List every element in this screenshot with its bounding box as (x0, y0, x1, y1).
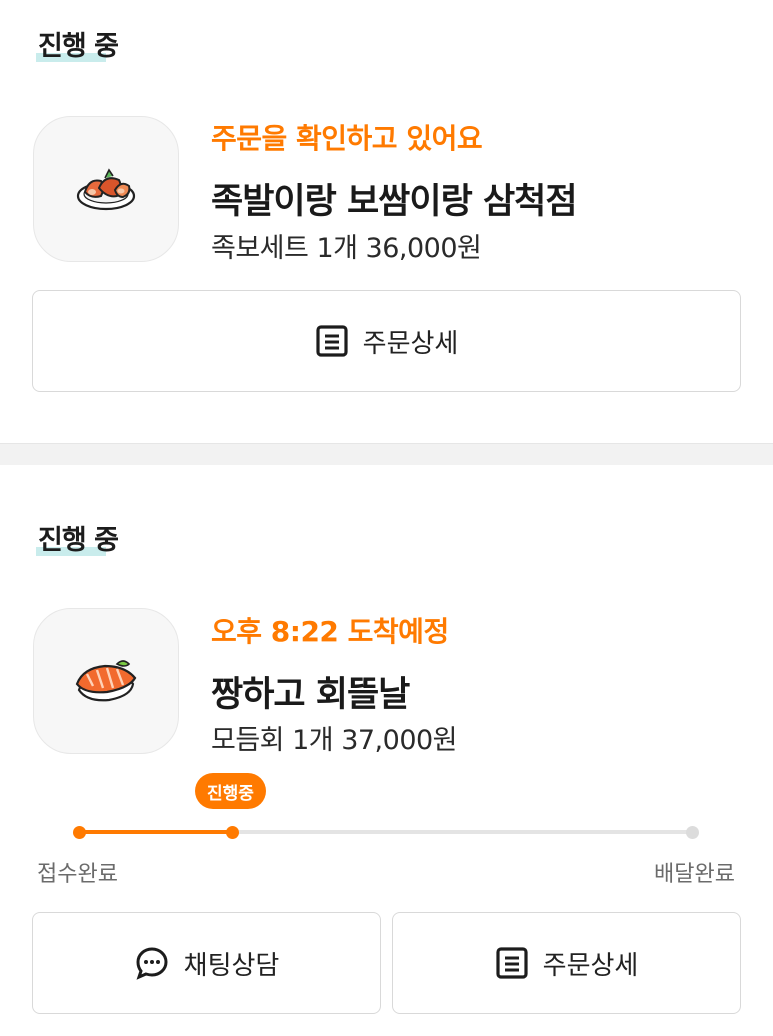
order-status: 오후 8:22 도착예정 (211, 615, 449, 648)
order-items: 족보세트 1개 36,000원 (211, 233, 482, 264)
store-thumbnail[interactable] (33, 608, 179, 754)
order-detail-label: 주문상세 (542, 950, 639, 981)
progress-end-dot (686, 826, 699, 839)
order-detail-button[interactable]: 주문상세 (392, 912, 741, 1014)
chat-bubble-icon (136, 947, 168, 980)
store-thumbnail[interactable] (33, 116, 179, 262)
store-name[interactable]: 족발이랑 보쌈이랑 삼척점 (211, 173, 578, 224)
section-title: 진행 중 (36, 31, 119, 62)
receipt-icon (496, 947, 528, 979)
order-detail-label: 주문상세 (362, 328, 459, 359)
section-title: 진행 중 (36, 525, 119, 556)
progress-current-dot (226, 826, 240, 839)
jokbal-icon (76, 168, 136, 211)
progress-start-label: 접수완료 (37, 862, 118, 887)
progress-track (79, 830, 692, 834)
store-name[interactable]: 짱하고 회뜰날 (211, 666, 410, 717)
chat-consult-button[interactable]: 채팅상담 (32, 912, 381, 1014)
order-items: 모듬회 1개 37,000원 (211, 725, 458, 756)
order-status: 주문을 확인하고 있어요 (211, 122, 483, 155)
chat-consult-label: 채팅상담 (183, 950, 280, 981)
progress-badge: 진행중 (195, 773, 266, 809)
receipt-icon (316, 325, 348, 357)
section-divider (0, 443, 773, 465)
progress-fill (79, 830, 233, 834)
sushi-icon (75, 660, 137, 702)
progress-end-label: 배달완료 (654, 862, 735, 887)
order-detail-button[interactable]: 주문상세 (32, 290, 741, 392)
progress-start-dot (73, 826, 86, 839)
